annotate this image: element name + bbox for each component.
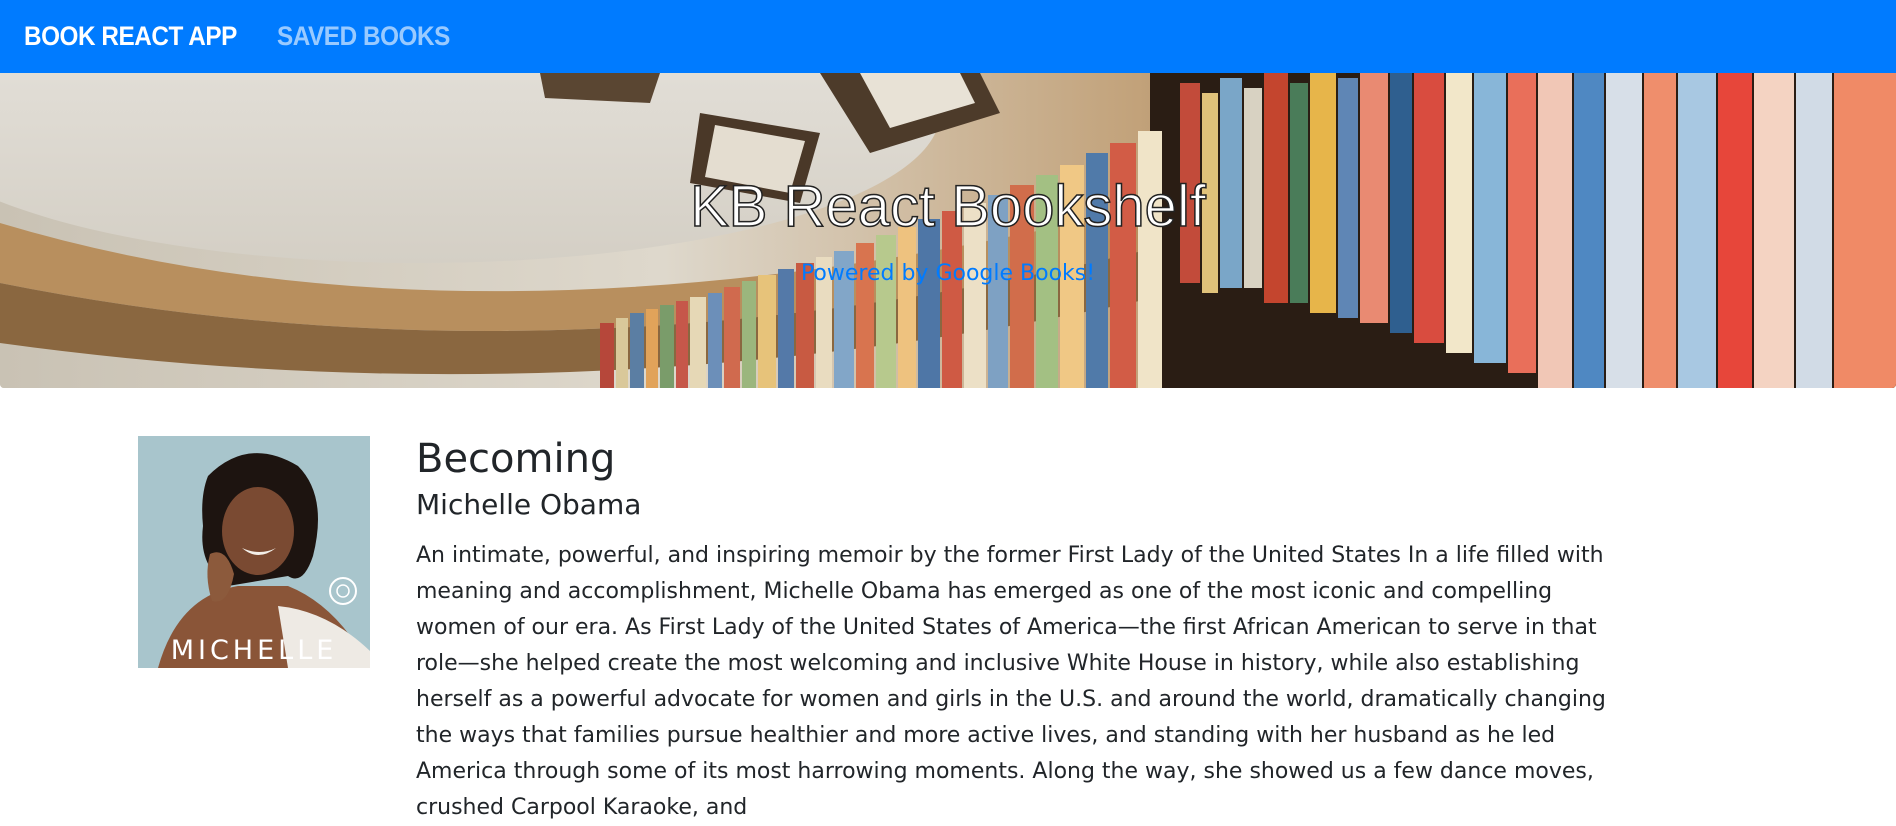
book-author: Michelle Obama xyxy=(416,488,642,521)
hero-banner: KB React Bookshelf Powered by Google Boo… xyxy=(0,73,1896,388)
hero-title: KB React Bookshelf xyxy=(689,173,1206,240)
top-navbar: BOOK REACT APP SAVED BOOKS xyxy=(0,0,1896,73)
book-description: An intimate, powerful, and inspiring mem… xyxy=(416,543,1606,820)
book-title: Becoming xyxy=(416,436,616,482)
brand-link[interactable]: BOOK REACT APP xyxy=(24,21,237,52)
portrait-illustration xyxy=(138,436,370,668)
book-cover-image: MICHELLE xyxy=(138,436,370,668)
saved-books-link[interactable]: SAVED BOOKS xyxy=(277,21,450,52)
cover-text: MICHELLE xyxy=(170,635,338,666)
hero-subtitle: Powered by Google Books! xyxy=(800,261,1096,286)
